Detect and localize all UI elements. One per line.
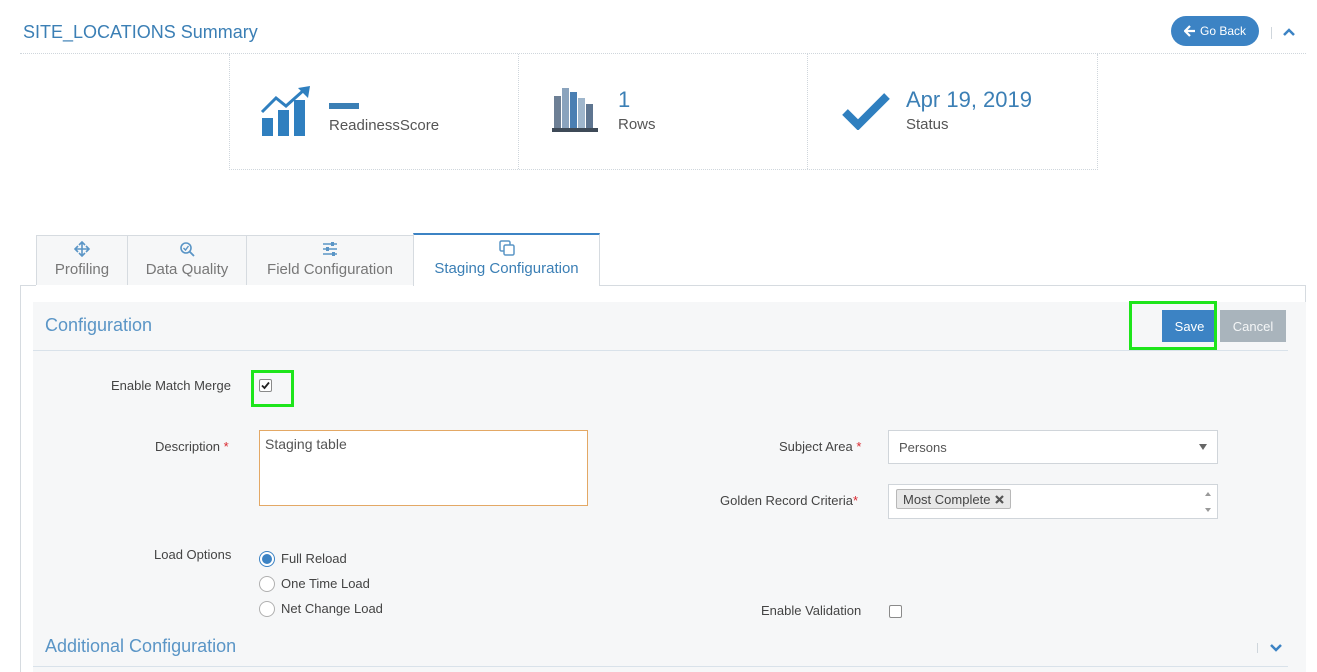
- enable-validation-label: Enable Validation: [761, 603, 862, 618]
- arrow-left-icon: [1183, 25, 1195, 37]
- scroll-arrows-icon[interactable]: [1203, 488, 1213, 516]
- radio-full-reload[interactable]: [259, 551, 275, 567]
- subject-area-value: Persons: [899, 439, 947, 455]
- rows-label: Rows: [618, 116, 656, 133]
- additional-separator: [1257, 643, 1258, 653]
- required-marker: *: [852, 493, 859, 508]
- radio-one-time-load-label[interactable]: One Time Load: [281, 576, 370, 591]
- tab-baseline: [599, 285, 1306, 286]
- tab-staging-configuration-label: Staging Configuration: [434, 260, 579, 277]
- required-marker: *: [856, 439, 862, 454]
- radio-net-change-load-label[interactable]: Net Change Load: [281, 601, 383, 616]
- golden-record-label: Golden Record Criteria*: [720, 493, 858, 508]
- tab-profiling[interactable]: Profiling: [36, 235, 128, 285]
- stat-divider: [518, 54, 519, 169]
- subject-area-label: Subject Area *: [779, 439, 861, 454]
- status-label: Status: [906, 116, 949, 133]
- configuration-divider: [33, 350, 1288, 351]
- panel-border-left: [20, 285, 21, 672]
- tab-field-configuration-label: Field Configuration: [267, 261, 393, 278]
- go-back-button[interactable]: Go Back: [1171, 16, 1259, 46]
- stat-divider: [807, 54, 808, 169]
- copy-icon: [498, 240, 515, 256]
- tab-profiling-label: Profiling: [54, 261, 110, 278]
- description-label: Description *: [155, 439, 229, 454]
- golden-record-multiselect[interactable]: Most Complete: [888, 484, 1218, 519]
- enable-validation-checkbox[interactable]: [889, 605, 902, 618]
- magnifier-check-icon: [180, 242, 195, 257]
- configuration-title: Configuration: [45, 315, 153, 335]
- sliders-icon: [323, 242, 337, 256]
- additional-configuration-title: Additional Configuration: [45, 636, 237, 656]
- checkmark-icon: [842, 93, 890, 130]
- radio-dot: [262, 554, 272, 564]
- description-label-text: Description: [155, 439, 221, 454]
- additional-divider: [33, 666, 1288, 667]
- readiness-score-empty-bar: [329, 103, 359, 109]
- enable-match-merge-label: Enable Match Merge: [111, 378, 231, 393]
- trend-chart-icon: [260, 86, 310, 136]
- cancel-button[interactable]: Cancel: [1220, 310, 1286, 342]
- golden-record-label-text: Golden Record Criteria: [720, 493, 853, 508]
- radio-net-change-load[interactable]: [259, 601, 275, 617]
- go-back-label: Go Back: [1199, 24, 1247, 38]
- tab-data-quality[interactable]: Data Quality: [127, 235, 247, 285]
- move-arrows-icon: [74, 241, 90, 257]
- tab-staging-configuration[interactable]: Staging Configuration: [413, 233, 600, 286]
- checkbox-highlight-box: [251, 370, 294, 407]
- caret-down-icon: [1199, 444, 1207, 450]
- subject-area-select[interactable]: Persons: [888, 430, 1218, 464]
- radio-full-reload-label[interactable]: Full Reload: [281, 551, 347, 566]
- chevron-up-icon[interactable]: [1281, 24, 1297, 40]
- bar-columns-icon: [552, 88, 598, 132]
- tab-baseline: [20, 285, 36, 286]
- header-separator: [1271, 27, 1272, 39]
- tag-label: Most Complete: [903, 491, 991, 507]
- page-title: SITE_LOCATIONS Summary: [23, 22, 258, 42]
- save-highlight-box: [1129, 301, 1217, 350]
- chevron-down-icon[interactable]: [1268, 640, 1284, 656]
- tab-field-configuration[interactable]: Field Configuration: [246, 235, 414, 285]
- readiness-score-label: ReadinessScore: [329, 117, 440, 134]
- status-date-value: Apr 19, 2019: [906, 87, 1032, 112]
- radio-one-time-load[interactable]: [259, 576, 275, 592]
- subject-area-label-text: Subject Area: [779, 439, 853, 454]
- load-options-label: Load Options: [154, 547, 232, 562]
- tab-data-quality-label: Data Quality: [145, 261, 229, 278]
- rows-value: 1: [618, 87, 631, 112]
- tag-most-complete: Most Complete: [896, 489, 1012, 509]
- required-marker: *: [223, 439, 229, 454]
- description-textarea[interactable]: Staging table: [259, 430, 588, 506]
- remove-tag-icon[interactable]: [995, 494, 1005, 504]
